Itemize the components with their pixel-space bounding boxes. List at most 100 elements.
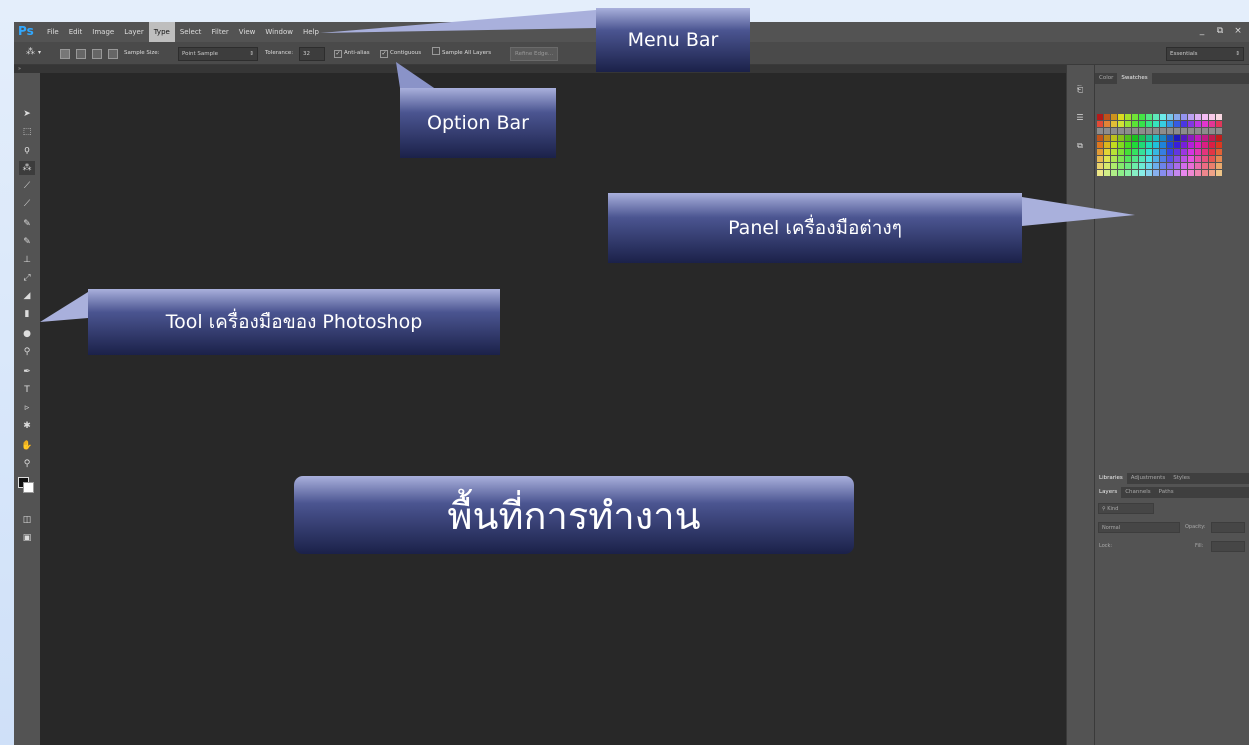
- swatch-color[interactable]: [1181, 149, 1187, 155]
- swatch-color[interactable]: [1097, 121, 1103, 127]
- intersect-selection-icon[interactable]: [108, 49, 118, 59]
- history-panel-icon[interactable]: ⎗: [1073, 83, 1087, 97]
- swatch-color[interactable]: [1118, 121, 1124, 127]
- swatch-color[interactable]: [1188, 149, 1194, 155]
- tab-color[interactable]: Color: [1095, 73, 1117, 84]
- swatch-color[interactable]: [1097, 170, 1103, 176]
- menu-filter[interactable]: Filter: [206, 22, 233, 42]
- swatch-color[interactable]: [1132, 156, 1138, 162]
- swatch-color[interactable]: [1195, 149, 1201, 155]
- swatch-color[interactable]: [1160, 156, 1166, 162]
- swatch-color[interactable]: [1167, 170, 1173, 176]
- crop-tool-icon[interactable]: ⟋: [19, 179, 35, 193]
- screen-mode-icon[interactable]: ▣: [19, 531, 35, 545]
- swatch-color[interactable]: [1125, 170, 1131, 176]
- swatch-color[interactable]: [1111, 163, 1117, 169]
- swatch-color[interactable]: [1167, 121, 1173, 127]
- swatch-color[interactable]: [1097, 135, 1103, 141]
- swatch-color[interactable]: [1097, 149, 1103, 155]
- swatch-color[interactable]: [1160, 142, 1166, 148]
- blend-mode-select[interactable]: Normal: [1098, 522, 1180, 533]
- swatch-color[interactable]: [1188, 128, 1194, 134]
- swatch-color[interactable]: [1209, 142, 1215, 148]
- swatch-color[interactable]: [1160, 114, 1166, 120]
- swatch-color[interactable]: [1125, 128, 1131, 134]
- swatch-color[interactable]: [1139, 128, 1145, 134]
- swatch-color[interactable]: [1174, 163, 1180, 169]
- swatch-color[interactable]: [1181, 163, 1187, 169]
- add-selection-icon[interactable]: [76, 49, 86, 59]
- swatch-color[interactable]: [1146, 128, 1152, 134]
- swatch-color[interactable]: [1125, 114, 1131, 120]
- swatch-color[interactable]: [1209, 156, 1215, 162]
- swatch-color[interactable]: [1104, 121, 1110, 127]
- dodge-tool-icon[interactable]: ⚲: [19, 345, 35, 359]
- swatch-color[interactable]: [1174, 149, 1180, 155]
- swatch-color[interactable]: [1167, 135, 1173, 141]
- swatch-color[interactable]: [1139, 142, 1145, 148]
- swatch-color[interactable]: [1111, 121, 1117, 127]
- swatch-color[interactable]: [1167, 156, 1173, 162]
- swatch-color[interactable]: [1097, 163, 1103, 169]
- swatch-color[interactable]: [1118, 114, 1124, 120]
- swatch-color[interactable]: [1118, 149, 1124, 155]
- swatch-color[interactable]: [1216, 121, 1222, 127]
- menu-edit[interactable]: Edit: [64, 22, 88, 42]
- lasso-tool-icon[interactable]: ϙ: [19, 143, 35, 157]
- swatch-color[interactable]: [1118, 128, 1124, 134]
- swatch-color[interactable]: [1132, 170, 1138, 176]
- swatch-color[interactable]: [1111, 128, 1117, 134]
- swatch-color[interactable]: [1111, 142, 1117, 148]
- swatch-color[interactable]: [1153, 128, 1159, 134]
- swatch-color[interactable]: [1104, 128, 1110, 134]
- opacity-input[interactable]: [1211, 522, 1245, 533]
- swatch-color[interactable]: [1160, 135, 1166, 141]
- quick-mask-icon[interactable]: ◫: [19, 513, 35, 527]
- swatch-color[interactable]: [1202, 114, 1208, 120]
- swatch-color[interactable]: [1202, 121, 1208, 127]
- swatch-color[interactable]: [1167, 142, 1173, 148]
- swatch-color[interactable]: [1104, 170, 1110, 176]
- swatch-color[interactable]: [1202, 163, 1208, 169]
- swatch-color[interactable]: [1216, 135, 1222, 141]
- swatch-color[interactable]: [1139, 149, 1145, 155]
- swatch-color[interactable]: [1132, 149, 1138, 155]
- swatch-color[interactable]: [1160, 128, 1166, 134]
- swatch-color[interactable]: [1174, 135, 1180, 141]
- swatch-color[interactable]: [1153, 163, 1159, 169]
- swatch-color[interactable]: [1146, 156, 1152, 162]
- swatch-color[interactable]: [1097, 114, 1103, 120]
- layer-kind-filter[interactable]: ⚲ Kind: [1098, 503, 1154, 514]
- subtract-selection-icon[interactable]: [92, 49, 102, 59]
- swatch-color[interactable]: [1216, 142, 1222, 148]
- tab-styles[interactable]: Styles: [1169, 473, 1194, 484]
- swatch-color[interactable]: [1132, 121, 1138, 127]
- swatch-color[interactable]: [1188, 156, 1194, 162]
- swatch-color[interactable]: [1118, 135, 1124, 141]
- swatch-color[interactable]: [1167, 149, 1173, 155]
- close-button[interactable]: ×: [1231, 24, 1245, 38]
- swatch-color[interactable]: [1174, 170, 1180, 176]
- swatch-color[interactable]: [1209, 128, 1215, 134]
- swatch-color[interactable]: [1195, 170, 1201, 176]
- eyedropper-tool-icon[interactable]: ⟋: [19, 197, 35, 211]
- swatch-color[interactable]: [1125, 156, 1131, 162]
- swatch-color[interactable]: [1209, 135, 1215, 141]
- tolerance-input[interactable]: 32: [299, 47, 325, 61]
- swatch-color[interactable]: [1216, 156, 1222, 162]
- swatch-color[interactable]: [1132, 128, 1138, 134]
- swatch-color[interactable]: [1209, 121, 1215, 127]
- swatch-color[interactable]: [1104, 142, 1110, 148]
- zoom-tool-icon[interactable]: ⚲: [19, 457, 35, 471]
- tab-channels[interactable]: Channels: [1121, 487, 1154, 498]
- swatch-color[interactable]: [1181, 156, 1187, 162]
- sample-all-layers-checkbox[interactable]: Sample All Layers: [432, 47, 491, 59]
- swatch-color[interactable]: [1097, 156, 1103, 162]
- swatch-color[interactable]: [1146, 142, 1152, 148]
- swatch-color[interactable]: [1195, 163, 1201, 169]
- swatch-color[interactable]: [1132, 142, 1138, 148]
- swatch-color[interactable]: [1174, 156, 1180, 162]
- sample-size-select[interactable]: Point Sample ⇕: [178, 47, 258, 61]
- swatch-color[interactable]: [1118, 170, 1124, 176]
- swatch-color[interactable]: [1125, 142, 1131, 148]
